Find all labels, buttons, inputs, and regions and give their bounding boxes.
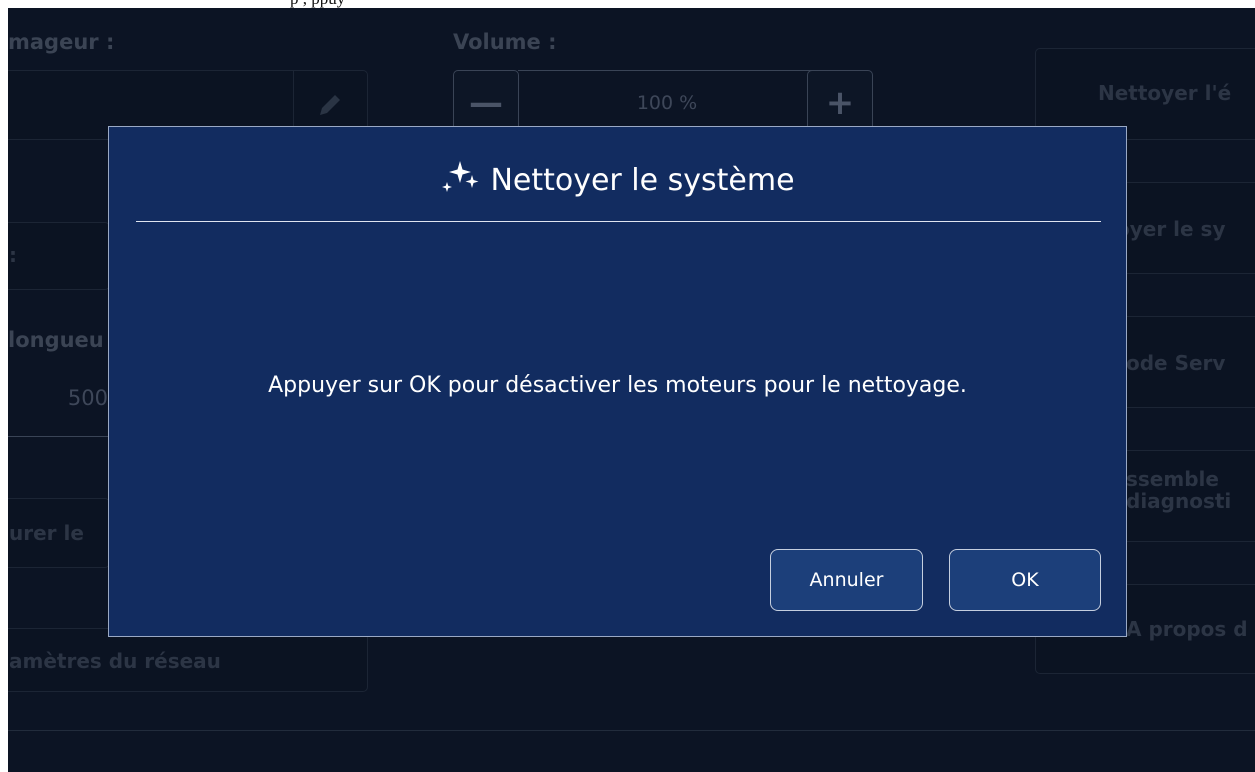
settings-screen: mageur : Volume : — 100 % + : longueu 50…	[8, 8, 1255, 772]
network-settings-button[interactable]: amètres du réseau	[8, 628, 368, 692]
cancel-button[interactable]: Annuler	[770, 549, 923, 611]
dialog-divider	[136, 221, 1101, 222]
left-field[interactable]: :	[8, 222, 110, 290]
dialog-message: Appuyer sur OK pour désactiver les moteu…	[268, 373, 967, 398]
clean-screen-label: Nettoyer l'é	[1098, 81, 1232, 105]
about-label: A propos d	[1126, 617, 1248, 641]
left-field-text: :	[9, 243, 17, 267]
diagnostics-label-line1: ssemble	[1126, 467, 1219, 491]
length-value: 500	[67, 386, 108, 410]
length-field[interactable]: 500	[8, 364, 108, 437]
dialog-title: Nettoyer le système	[490, 163, 795, 198]
length-label: longueu	[8, 328, 104, 352]
top-clipped-text-strip: p , ppuy	[0, 0, 1255, 8]
configure-button-label: urer le	[9, 521, 84, 545]
sparkle-icon	[442, 161, 479, 192]
configure-button[interactable]: urer le	[8, 498, 110, 568]
edit-pencil-icon[interactable]	[314, 89, 346, 121]
network-settings-label: amètres du réseau	[9, 649, 221, 673]
dialog-title-row: Nettoyer le système	[109, 159, 1126, 198]
ok-button[interactable]: OK	[949, 549, 1101, 611]
imager-label: mageur :	[8, 30, 115, 54]
clean-system-label: oyer le sy	[1116, 217, 1226, 241]
clean-system-dialog: Nettoyer le système Appuyer sur OK pour …	[108, 126, 1127, 637]
volume-label: Volume :	[453, 30, 557, 54]
service-mode-label: ode Serv	[1126, 351, 1226, 375]
footer-divider	[8, 730, 1255, 731]
clipped-text: p , ppuy	[290, 0, 345, 8]
diagnostics-label-line2: diagnosti	[1126, 489, 1232, 513]
